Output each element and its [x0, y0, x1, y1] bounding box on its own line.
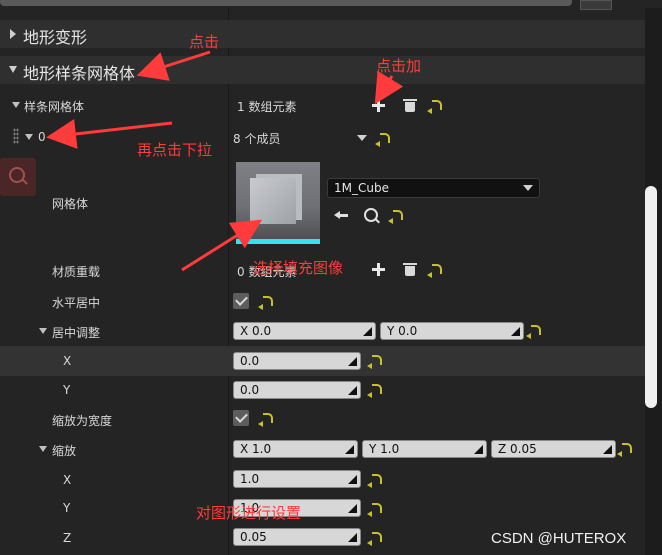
annotation-click: 点击 — [189, 33, 220, 51]
annotation-choose-image: 选择填充图像 — [253, 259, 344, 277]
arrow-to-element — [46, 119, 173, 149]
watermark: CSDN @HUTEROX — [491, 530, 627, 547]
annotation-click-dropdown: 再点击下拉 — [137, 141, 213, 159]
annotation-click-add: 点击加 — [376, 57, 422, 75]
arrow-to-thumbnail — [181, 219, 263, 272]
arrow-to-add — [374, 70, 404, 105]
annotation-set-image: 对图形进行设置 — [196, 504, 302, 522]
arrow-to-section — [136, 50, 211, 81]
